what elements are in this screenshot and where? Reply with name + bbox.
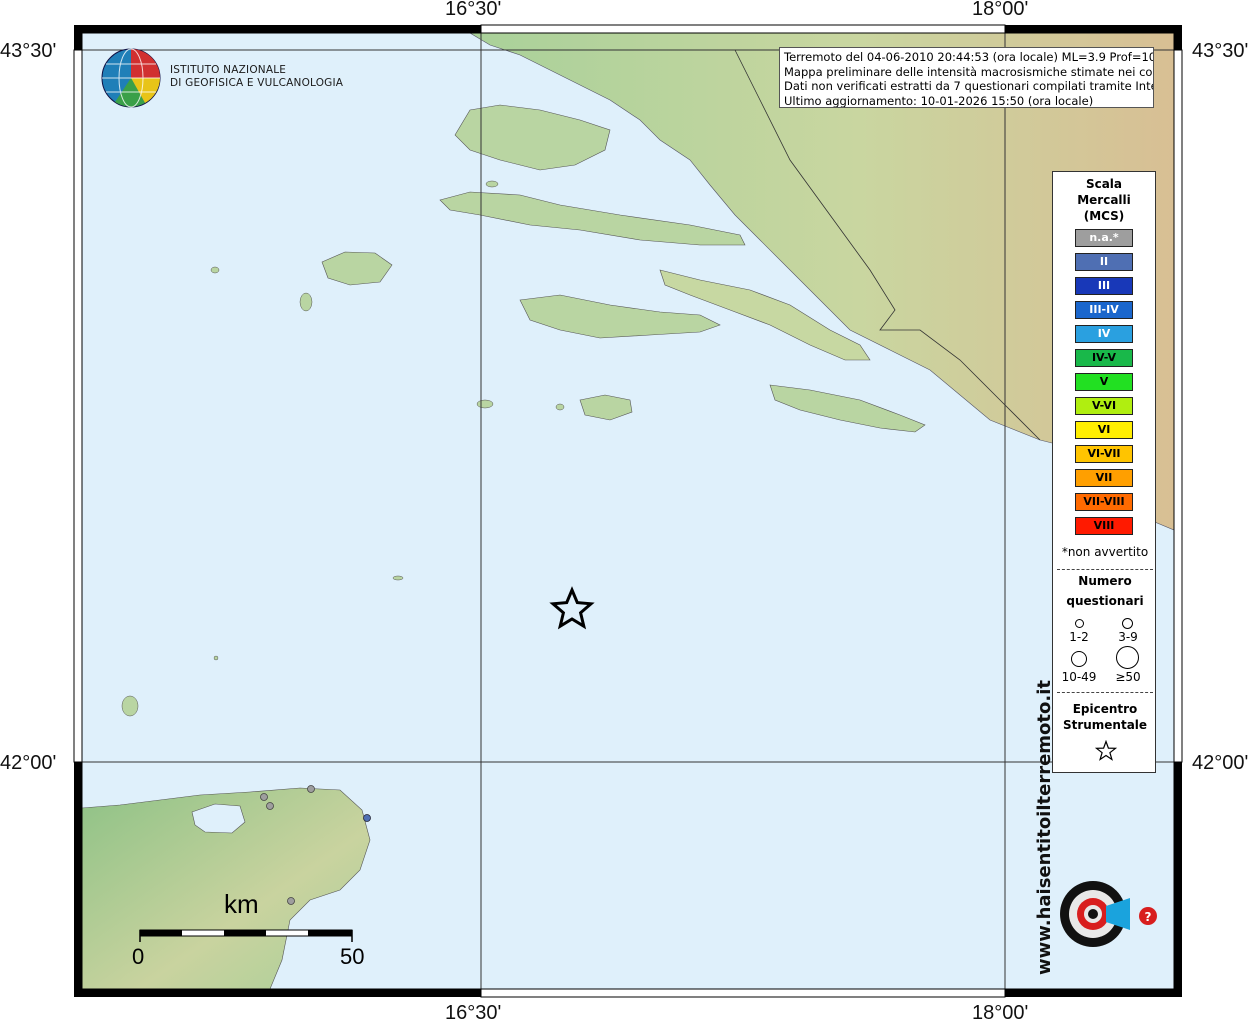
islet [476,399,494,409]
questionnaire-point[interactable] [266,802,274,810]
mcs-legend: Scala Mercalli (MCS) n.a.* II III III-IV IV I… [1052,171,1156,773]
legend-swatch: V-VI [1075,397,1133,415]
islet [121,695,139,717]
ingv-logo-text: ISTITUTO NAZIONALE DI GEOFISICA E VULCAN… [170,64,343,90]
legend-swatch: V [1075,373,1133,391]
legend-count-title1: Numero [1078,574,1132,588]
count-label-50: ≥50 [1115,670,1141,684]
legend-title-line1: Scala [1085,177,1123,191]
islet [213,655,219,661]
legend-swatch: VII-VIII [1075,493,1133,511]
ingv-logo-icon [101,48,161,108]
legend-na-note: *non avvertito [1061,545,1149,559]
event-info-box: Terremoto del 04-06-2010 20:44:53 (ora l… [779,47,1154,108]
count-label-3-9: 3-9 [1118,630,1138,644]
count-circle-50 [1116,646,1139,669]
questionnaire-point[interactable] [307,785,315,793]
questionnaire-point[interactable] [287,897,295,905]
legend-swatch: IV [1075,325,1133,343]
legend-epi-title1: Epicentro [1072,702,1138,716]
lon-label-top-right: 18°00' [972,0,1029,20]
islet [210,266,220,274]
lat-label-right-bottom: 42°00' [1192,752,1249,774]
lon-label-top-left: 16°30' [445,0,502,20]
islet [485,180,499,188]
islet [555,403,565,411]
legend-swatch: VII [1075,469,1133,487]
lat-label-right-top: 43°30' [1192,40,1249,62]
scale-unit-label: km [224,889,259,919]
legend-star-icon [1095,740,1117,761]
event-info-line4: Ultimo aggiornamento: 10-01-2026 15:50 (… [784,93,1094,108]
legend-epi-title2: Strumentale [1062,718,1148,732]
legend-separator [1057,692,1153,693]
legend-swatch: II [1075,253,1133,271]
legend-title-line2: Mercalli [1077,193,1131,207]
islet [392,575,404,581]
count-circle-3-9 [1122,618,1133,629]
questionnaire-point[interactable] [260,793,268,801]
event-info-line2: Mappa preliminare delle intensità macros… [784,64,1154,79]
legend-swatch: III-IV [1075,301,1133,319]
legend-title-line3: (MCS) [1083,209,1125,223]
legend-swatch: III [1075,277,1133,295]
legend-swatch: n.a.* [1075,229,1133,247]
legend-separator [1057,569,1153,570]
lat-label-left-top: 43°30' [0,40,57,62]
count-label-1-2: 1-2 [1069,630,1089,644]
count-circle-10-49 [1071,651,1087,667]
scale-end-label: 50 [340,944,365,969]
legend-title: Scala Mercalli (MCS) [1053,176,1155,224]
legend-swatch: VI [1075,421,1133,439]
count-circle-1-2 [1075,619,1084,628]
ingv-line1: ISTITUTO NAZIONALE [170,64,287,76]
legend-swatch: IV-V [1075,349,1133,367]
scale-start-label: 0 [132,944,145,969]
event-info-line1: Terremoto del 04-06-2010 20:44:53 (ora l… [784,50,1154,64]
svg-text:?: ? [1145,910,1152,924]
islet [299,292,313,312]
lat-label-left-bottom: 42°00' [0,752,57,774]
legend-swatch: VI-VII [1075,445,1133,463]
ingv-line2: DI GEOFISICA E VULCANOLOGIA [170,77,344,89]
lon-label-bottom-left: 16°30' [445,1002,502,1024]
legend-count-title2: questionari [1066,594,1144,608]
questionnaire-point[interactable] [363,814,371,822]
event-info-line3: Dati non verificati estratti da 7 questi… [784,79,1154,93]
legend-swatch: VIII [1075,517,1133,535]
count-label-10-49: 10-49 [1061,670,1097,684]
lon-label-bottom-right: 18°00' [972,1002,1029,1024]
